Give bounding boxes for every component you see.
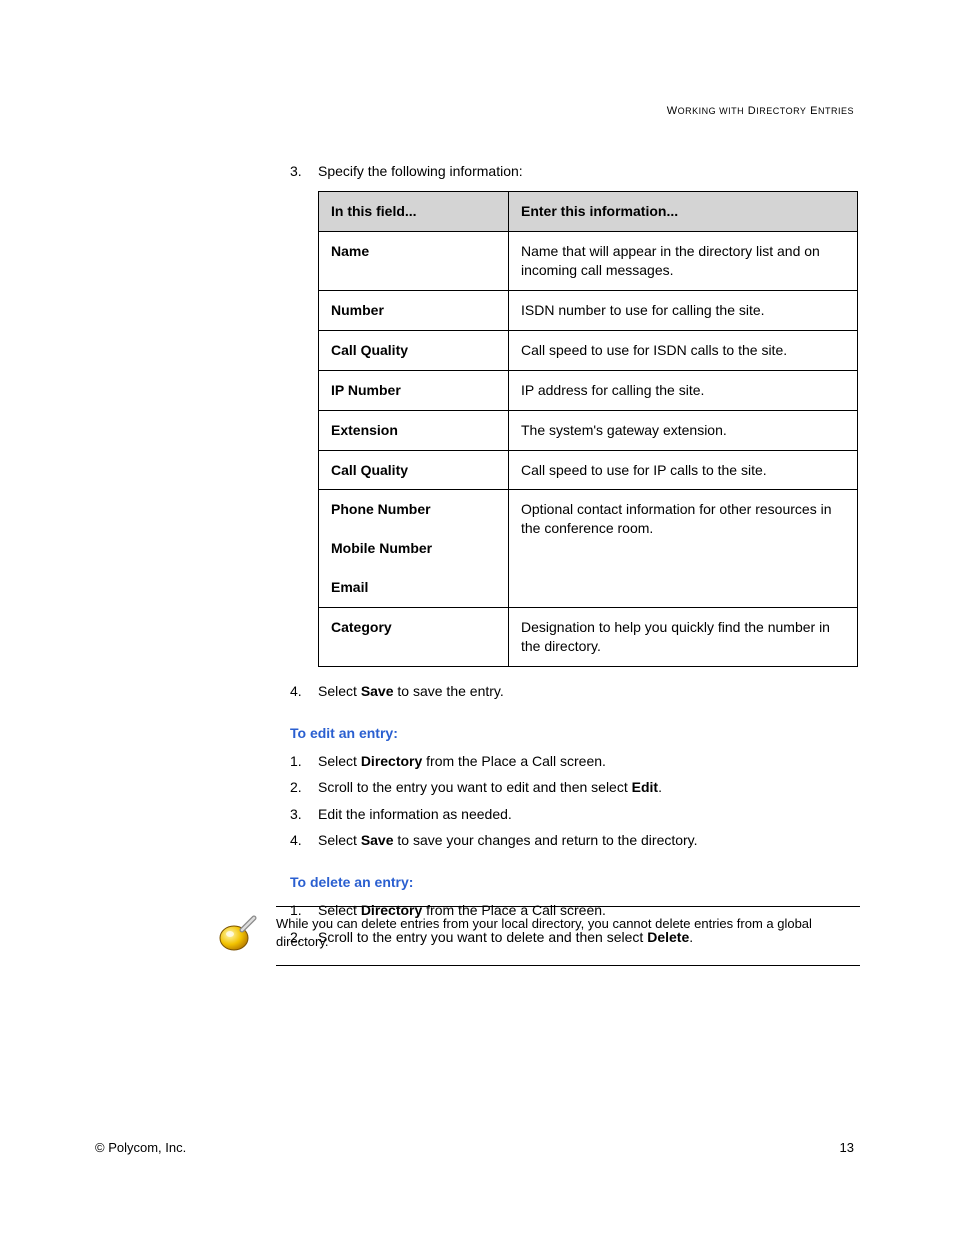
- note-text: While you can delete entries from your l…: [276, 906, 860, 966]
- field-name: Name: [319, 232, 509, 291]
- edit-step: 4. Select Save to save your changes and …: [290, 830, 860, 850]
- table-row: Phone Number Optional contact informatio…: [319, 490, 858, 529]
- edit-step: 1. Select Directory from the Place a Cal…: [290, 751, 860, 771]
- pushpin-icon: [216, 906, 276, 961]
- step-text: Select Save to save the entry.: [318, 681, 860, 701]
- field-name: Call Quality: [319, 450, 509, 490]
- step-num: 1.: [290, 751, 318, 771]
- field-desc: The system's gateway extension.: [509, 410, 858, 450]
- table-row: Category Designation to help you quickly…: [319, 608, 858, 667]
- footer-copyright: © Polycom, Inc.: [95, 1140, 186, 1155]
- field-name: Mobile Number: [319, 529, 509, 568]
- field-name: Number: [319, 290, 509, 330]
- footer-page-number: 13: [840, 1140, 854, 1155]
- field-name: Category: [319, 608, 509, 667]
- field-desc: Call speed to use for ISDN calls to the …: [509, 330, 858, 370]
- section-header: WORKING WITH DIRECTORY ENTRIES: [667, 105, 854, 117]
- step-num: 2.: [290, 777, 318, 797]
- table-row: Extension The system's gateway extension…: [319, 410, 858, 450]
- field-desc: IP address for calling the site.: [509, 370, 858, 410]
- note-block: While you can delete entries from your l…: [216, 906, 860, 966]
- col-header-desc: Enter this information...: [509, 192, 858, 232]
- field-desc: ISDN number to use for calling the site.: [509, 290, 858, 330]
- edit-step: 2. Scroll to the entry you want to edit …: [290, 777, 860, 797]
- step-text: Select Directory from the Place a Call s…: [318, 751, 860, 771]
- table-row: IP Number IP address for calling the sit…: [319, 370, 858, 410]
- step-text: Specify the following information:: [318, 161, 860, 181]
- step-num: 4.: [290, 830, 318, 850]
- col-header-field: In this field...: [319, 192, 509, 232]
- field-name: Extension: [319, 410, 509, 450]
- step-num: 3.: [290, 161, 318, 181]
- heading-delete-entry: To delete an entry:: [290, 874, 860, 890]
- table-row: Call Quality Call speed to use for IP ca…: [319, 450, 858, 490]
- step-3: 3. Specify the following information:: [290, 161, 860, 181]
- step-num: 4.: [290, 681, 318, 701]
- field-desc: Call speed to use for IP calls to the si…: [509, 450, 858, 490]
- field-name: Call Quality: [319, 330, 509, 370]
- table-row: Name Name that will appear in the direct…: [319, 232, 858, 291]
- field-desc: Optional contact information for other r…: [509, 490, 858, 608]
- field-name: Email: [319, 568, 509, 607]
- field-name: Phone Number: [319, 490, 509, 529]
- table-row: Number ISDN number to use for calling th…: [319, 290, 858, 330]
- field-name: IP Number: [319, 370, 509, 410]
- field-desc: Designation to help you quickly find the…: [509, 608, 858, 667]
- edit-step: 3. Edit the information as needed.: [290, 804, 860, 824]
- table-row: Call Quality Call speed to use for ISDN …: [319, 330, 858, 370]
- field-desc: Name that will appear in the directory l…: [509, 232, 858, 291]
- step-4: 4. Select Save to save the entry.: [290, 681, 860, 701]
- heading-edit-entry: To edit an entry:: [290, 725, 860, 741]
- step-text: Edit the information as needed.: [318, 804, 860, 824]
- step-text: Scroll to the entry you want to edit and…: [318, 777, 860, 797]
- fields-table: In this field... Enter this information.…: [318, 191, 858, 667]
- step-text: Select Save to save your changes and ret…: [318, 830, 860, 850]
- step-num: 3.: [290, 804, 318, 824]
